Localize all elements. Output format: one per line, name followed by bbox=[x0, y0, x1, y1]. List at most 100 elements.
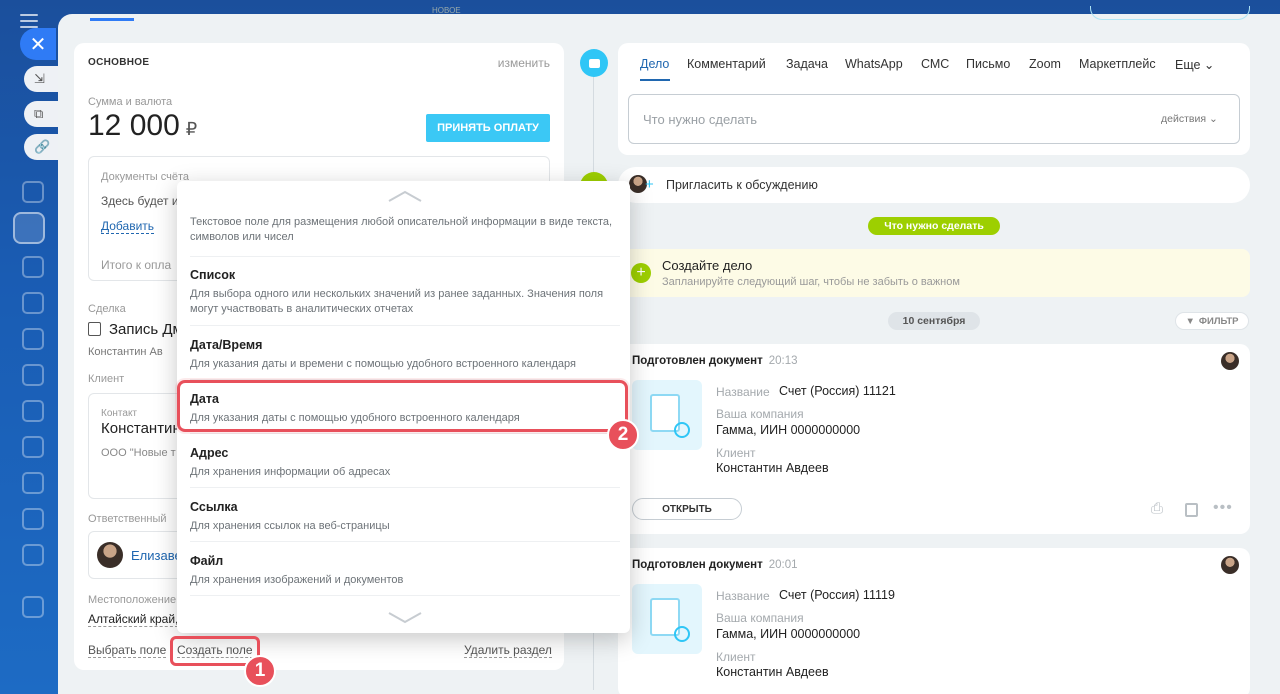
docs-placeholder: Здесь будет и bbox=[101, 194, 179, 208]
dropdown-item-link[interactable]: Ссылка Для хранения ссылок на веб-страни… bbox=[190, 500, 620, 534]
doc1-name-label: Название bbox=[716, 385, 770, 399]
add-case-icon[interactable]: + bbox=[631, 263, 651, 283]
comment-icon bbox=[580, 49, 608, 77]
company-value[interactable]: ООО "Новые т bbox=[101, 447, 176, 459]
payment-total-placeholder: Итого к опла bbox=[101, 258, 172, 272]
tasks-icon[interactable] bbox=[22, 256, 44, 278]
doc1-company-value: Гамма, ИИН 0000000000 bbox=[716, 423, 861, 437]
tab-email[interactable]: Письмо bbox=[966, 57, 1010, 71]
deal-label: Сделка bbox=[88, 303, 126, 315]
deal-icon bbox=[88, 322, 101, 336]
open-external-icon[interactable]: ⧉ bbox=[24, 101, 58, 127]
tab-comment[interactable]: Комментарий bbox=[687, 57, 766, 71]
top-tab-indicator bbox=[90, 18, 134, 21]
add-document-link[interactable]: Добавить bbox=[101, 219, 155, 234]
create-case-title: Создайте дело bbox=[662, 258, 753, 273]
location-label: Местоположение bbox=[88, 594, 177, 606]
filter-icon[interactable] bbox=[13, 212, 45, 244]
calendar-icon[interactable] bbox=[22, 292, 44, 314]
settings-icon[interactable] bbox=[22, 596, 44, 618]
client-label: Клиент bbox=[88, 373, 125, 385]
tab-task[interactable]: Задача bbox=[786, 57, 828, 71]
amount-label: Сумма и валюта bbox=[88, 96, 173, 108]
note-icon[interactable] bbox=[1185, 503, 1198, 517]
deal-value[interactable]: Запись Дм bbox=[109, 321, 183, 338]
more-icon[interactable]: ••• bbox=[1213, 499, 1233, 517]
date-pill: 10 сентября bbox=[888, 312, 980, 330]
new-label: НОВОЕ bbox=[432, 6, 461, 15]
active-tab-underline bbox=[640, 79, 670, 81]
document-thumbnail-icon[interactable] bbox=[632, 584, 702, 654]
doc2-name-label: Название bbox=[716, 589, 770, 603]
open-document-button[interactable]: ОТКРЫТЬ bbox=[632, 498, 742, 520]
monitor-icon[interactable] bbox=[22, 508, 44, 530]
date-item-highlight bbox=[177, 380, 628, 432]
dropdown-item-list[interactable]: Список Для выбора одного или нескольких … bbox=[190, 268, 620, 317]
responsible-avatar bbox=[97, 542, 123, 568]
doc2-header: Подготовлен документ 20:01 bbox=[632, 559, 798, 571]
doc2-client-label: Клиент bbox=[716, 650, 756, 664]
tab-zoom[interactable]: Zoom bbox=[1029, 57, 1061, 71]
storage-icon[interactable] bbox=[22, 400, 44, 422]
tab-more[interactable]: Еще ⌄ bbox=[1175, 57, 1214, 72]
pin-icon[interactable]: ⇲ bbox=[24, 66, 58, 92]
document-icon[interactable] bbox=[22, 364, 44, 386]
scroll-down-icon[interactable] bbox=[387, 611, 423, 625]
dropdown-item-string[interactable]: Текстовое поле для размещения любой опис… bbox=[190, 215, 620, 245]
step-badge-2: 2 bbox=[607, 419, 639, 451]
chevron-down-icon: ⌄ bbox=[1203, 58, 1215, 72]
left-rail: ✕ ⇲ ⧉ 🔗 bbox=[0, 0, 58, 694]
edit-section-link[interactable]: изменить bbox=[498, 56, 550, 70]
doc1-avatar bbox=[1221, 352, 1239, 370]
hexagon-icon[interactable] bbox=[22, 181, 44, 203]
todo-placeholder: Что нужно сделать bbox=[643, 112, 757, 127]
close-slider-button[interactable]: ✕ bbox=[20, 28, 56, 60]
doc1-client-label: Клиент bbox=[716, 446, 756, 460]
accept-payment-button[interactable]: ПРИНЯТЬ ОПЛАТУ bbox=[426, 114, 550, 142]
doc2-client-value: Константин Авдеев bbox=[716, 665, 829, 679]
android-icon[interactable] bbox=[22, 328, 44, 350]
link-icon[interactable]: 🔗 bbox=[24, 134, 58, 160]
doc2-company-value: Гамма, ИИН 0000000000 bbox=[716, 627, 861, 641]
dropdown-item-address[interactable]: Адрес Для хранения информации об адресах bbox=[190, 446, 620, 480]
scroll-up-icon[interactable] bbox=[387, 189, 423, 203]
doc2-avatar bbox=[1221, 556, 1239, 574]
tab-case[interactable]: Дело bbox=[640, 57, 669, 71]
invite-text[interactable]: Пригласить к обсуждению bbox=[666, 178, 818, 192]
create-case-subtitle: Запланируйте следующий шаг, чтобы не заб… bbox=[662, 276, 960, 288]
doc1-header: Подготовлен документ 20:13 bbox=[632, 355, 798, 367]
tab-sms[interactable]: СМС bbox=[921, 57, 949, 71]
doc2-company-label: Ваша компания bbox=[716, 611, 804, 625]
print-icon[interactable]: ⎙ bbox=[1151, 500, 1163, 517]
dropdown-item-datetime[interactable]: Дата/Время Для указания даты и времени с… bbox=[190, 338, 620, 372]
responsible-label: Ответственный bbox=[88, 513, 167, 525]
amount-value: 12 000 ₽ bbox=[88, 109, 198, 142]
todo-pill: Что нужно сделать bbox=[868, 217, 1000, 235]
menu-icon[interactable] bbox=[20, 14, 38, 28]
doc2-name-value: Счет (Россия) 11119 bbox=[779, 588, 895, 602]
docs-label: Документы счёта bbox=[101, 171, 190, 183]
top-right-button[interactable] bbox=[1090, 6, 1250, 20]
section-title: ОСНОВНОЕ bbox=[88, 57, 150, 68]
actions-dropdown[interactable]: действия ⌄ bbox=[1161, 113, 1218, 125]
select-field-link[interactable]: Выбрать поле bbox=[88, 643, 167, 658]
location-value[interactable]: Алтайский край, bbox=[88, 612, 179, 627]
help-icon[interactable] bbox=[22, 544, 44, 566]
users-icon[interactable] bbox=[22, 472, 44, 494]
create-case-card[interactable] bbox=[618, 249, 1250, 297]
document-thumbnail-icon[interactable] bbox=[632, 380, 702, 450]
doc1-client-value: Константин Авдеев bbox=[716, 461, 829, 475]
delete-section-link[interactable]: Удалить раздел bbox=[464, 643, 552, 658]
responsible-value[interactable]: Елизаве bbox=[131, 548, 182, 563]
funnel-icon: ▼ bbox=[1185, 315, 1195, 327]
plus-icon: + bbox=[645, 176, 654, 193]
tab-marketplace[interactable]: Маркетплейс bbox=[1079, 57, 1156, 71]
contact-value[interactable]: Константин bbox=[101, 420, 181, 437]
doc1-name-value: Счет (Россия) 11121 bbox=[779, 384, 896, 398]
dropdown-item-file[interactable]: Файл Для хранения изображений и документ… bbox=[190, 554, 620, 588]
doc1-company-label: Ваша компания bbox=[716, 407, 804, 421]
mail-icon[interactable] bbox=[22, 436, 44, 458]
todo-input[interactable]: Что нужно сделать действия ⌄ bbox=[628, 94, 1240, 144]
tab-whatsapp[interactable]: WhatsApp bbox=[845, 57, 903, 71]
filter-button[interactable]: ▼ ФИЛЬТР bbox=[1175, 312, 1249, 330]
